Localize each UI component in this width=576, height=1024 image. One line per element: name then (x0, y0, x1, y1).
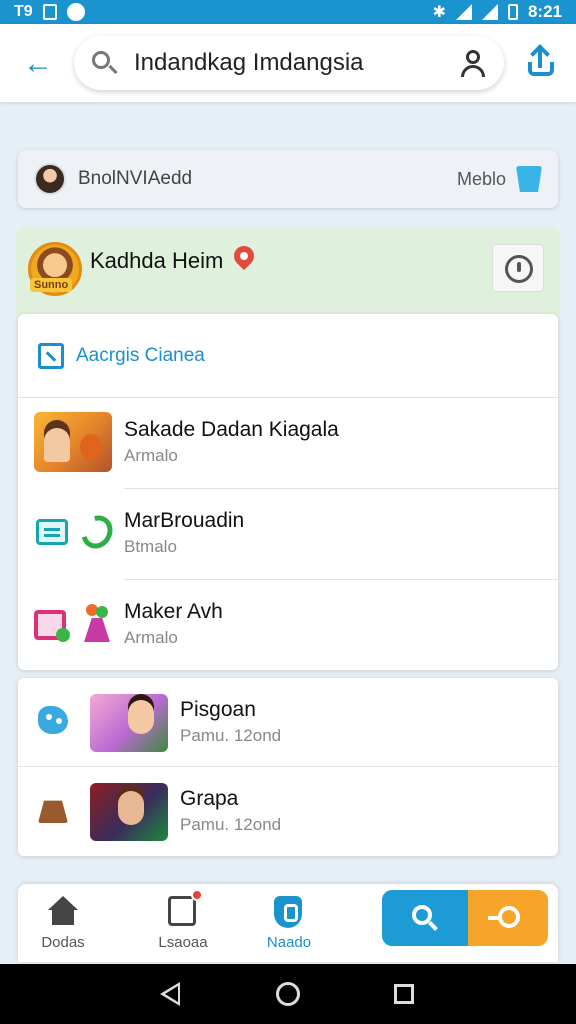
refresh-icon (75, 509, 119, 555)
list-item[interactable]: Grapa Pamu. 12ond (18, 767, 558, 856)
action-buttons (382, 890, 548, 946)
nav-label: Lsaoaa (158, 934, 208, 951)
account-card[interactable]: BnolNVIAedd Meblo (18, 150, 558, 208)
section-arrow-icon (38, 342, 64, 369)
search-bar[interactable]: Indandkag Imdangsia (74, 36, 504, 90)
games-card: Pisgoan Pamu. 12ond Grapa Pamu. 12ond (18, 678, 558, 856)
bell-icon (38, 800, 68, 823)
app-notification-icon (66, 3, 85, 21)
bluetooth-icon: ✱ (432, 4, 446, 21)
account-name: BnolNVIAedd (78, 168, 193, 189)
share-icon[interactable] (524, 44, 558, 80)
system-nav-bar (0, 964, 576, 1024)
list-item-subtitle: Btmalo (124, 537, 177, 556)
list-item-subtitle: Pamu. 12ond (180, 726, 282, 745)
search-action-button[interactable] (382, 890, 468, 946)
wifi-icon (455, 4, 472, 20)
info-button[interactable] (492, 244, 544, 292)
location-pin-icon (229, 241, 259, 271)
profile-name: Kadhda Heim (90, 248, 224, 273)
list-item[interactable]: Pisgoan Pamu. 12ond (18, 678, 558, 767)
back-icon[interactable] (160, 982, 180, 1006)
list-item-title: MarBrouadin (124, 509, 245, 532)
account-type: Meblo (456, 168, 506, 189)
status-time: 8:21 (527, 2, 562, 21)
list-item[interactable]: MarBrouadin Btmalo (36, 489, 558, 580)
notification-icon (42, 4, 57, 20)
battery-icon (507, 4, 518, 20)
bottom-nav: Dodas Lsaoaa Naado (18, 884, 558, 962)
nav-item-store[interactable]: Lsaoaa (138, 889, 228, 956)
search-input[interactable]: Indandkag Imdangsia (134, 49, 458, 77)
store-icon (168, 889, 203, 926)
back-arrow-icon[interactable]: ← (18, 44, 58, 84)
nav-label: Dodas (41, 934, 85, 951)
home-icon (48, 896, 78, 926)
list-item[interactable]: Sakade Dadan Kiagala Armalo (34, 398, 558, 489)
avatar (34, 163, 66, 195)
list-icon (36, 519, 68, 545)
user-icon[interactable] (458, 48, 488, 78)
game-avatar-label: Sunno (30, 278, 73, 292)
recent-apps-icon[interactable] (394, 984, 414, 1004)
list-item[interactable]: Maker Avh Armalo (34, 580, 558, 671)
game-thumbnail (90, 783, 168, 841)
list-item-title: Maker Avh (124, 600, 223, 623)
nav-item-shield[interactable]: Naado (244, 892, 334, 956)
signal-icon (481, 4, 498, 20)
section-card: Aacrgis Cianea Sakade Dadan Kiagala Arma… (18, 314, 558, 670)
list-item-title: Sakade Dadan Kiagala (124, 418, 339, 441)
status-bar: T9 ✱ 8:21 (0, 0, 576, 24)
list-item-title: Pisgoan (180, 698, 256, 721)
list-item-subtitle: Armalo (124, 628, 178, 647)
section-title: Aacrgis Cianea (76, 344, 205, 366)
creature-icon (38, 706, 68, 734)
game-thumbnail (34, 412, 112, 472)
app-bar: ← Indandkag Imdangsia (0, 24, 576, 102)
cup-icon[interactable] (516, 166, 542, 192)
game-thumbnail (90, 694, 168, 752)
potion-icon (84, 604, 110, 642)
profile-header: Sunno Kadhda Heim (16, 228, 560, 318)
notification-dot (191, 889, 203, 901)
share-action-button[interactable] (468, 890, 548, 946)
home-circle-icon[interactable] (276, 982, 300, 1006)
list-item-title: Grapa (180, 787, 239, 810)
status-left-text: T9 (14, 3, 33, 20)
search-icon[interactable] (90, 49, 118, 77)
link-icon (498, 906, 520, 928)
heart-icon (56, 628, 70, 642)
shield-icon (274, 896, 302, 928)
nav-item-home[interactable]: Dodas (18, 892, 108, 956)
section-header[interactable]: Aacrgis Cianea (18, 314, 558, 398)
list-item-subtitle: Pamu. 12ond (180, 815, 282, 834)
list-item-subtitle: Armalo (124, 446, 178, 465)
nav-label: Naado (266, 934, 312, 951)
